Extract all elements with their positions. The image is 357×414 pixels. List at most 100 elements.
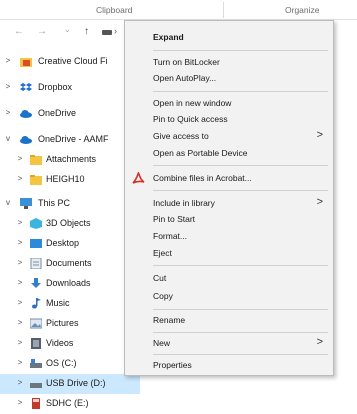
onedrive-icon bbox=[20, 108, 32, 119]
menu-item-properties[interactable]: Properties bbox=[125, 357, 333, 374]
usb-drive-icon bbox=[30, 378, 42, 389]
menu-separator bbox=[153, 354, 328, 355]
onedrive-icon bbox=[20, 134, 32, 145]
expand-chevron-icon[interactable]: > bbox=[16, 278, 24, 287]
expand-chevron-icon[interactable]: > bbox=[16, 298, 24, 307]
tree-item-this-pc[interactable]: v This PC bbox=[0, 194, 140, 214]
tree-item-onedrive[interactable]: > OneDrive bbox=[0, 104, 140, 124]
3d-objects-icon bbox=[30, 218, 42, 229]
menu-item-combine-acrobat[interactable]: Combine files in Acrobat... bbox=[125, 170, 333, 187]
tree-item-videos[interactable]: > Videos bbox=[0, 334, 140, 354]
expand-chevron-icon[interactable]: > bbox=[16, 174, 24, 183]
menu-item-eject[interactable]: Eject bbox=[125, 245, 333, 262]
expand-chevron-icon[interactable]: > bbox=[16, 154, 24, 163]
videos-icon bbox=[30, 338, 42, 349]
tree-item-usb-drive[interactable]: > USB Drive (D:) bbox=[0, 374, 140, 394]
menu-item-give-access[interactable]: Give access to > bbox=[125, 128, 333, 145]
tree-item-label: Music bbox=[46, 298, 70, 308]
tree-item-label: 3D Objects bbox=[46, 218, 91, 228]
tree-item-label: OS (C:) bbox=[46, 358, 77, 368]
music-icon bbox=[30, 298, 42, 309]
expand-chevron-icon[interactable]: > bbox=[4, 82, 12, 91]
submenu-arrow-icon: > bbox=[316, 336, 323, 348]
menu-item-open-new-window[interactable]: Open in new window bbox=[125, 95, 333, 112]
collapse-chevron-icon[interactable]: v bbox=[4, 134, 12, 143]
menu-item-include-library[interactable]: Include in library > bbox=[125, 195, 333, 212]
drive-icon bbox=[30, 358, 42, 369]
forward-arrow-icon[interactable]: → bbox=[37, 26, 47, 37]
tree-item-onedrive-aamf[interactable]: v OneDrive - AAMF bbox=[0, 130, 140, 150]
tree-item-attachments[interactable]: > Attachments bbox=[0, 150, 140, 170]
menu-item-autoplay[interactable]: Open AutoPlay... bbox=[125, 70, 333, 87]
folder-icon bbox=[30, 174, 42, 185]
tree-item-label: USB Drive (D:) bbox=[46, 378, 106, 388]
tree-item-3d-objects[interactable]: > 3D Objects bbox=[0, 214, 140, 234]
drive-address-icon bbox=[102, 30, 112, 35]
expand-chevron-icon[interactable]: > bbox=[16, 338, 24, 347]
expand-chevron-icon[interactable]: > bbox=[16, 398, 24, 407]
menu-separator bbox=[153, 309, 328, 310]
menu-item-format[interactable]: Format... bbox=[125, 228, 333, 245]
menu-item-label: Combine files in Acrobat... bbox=[153, 173, 252, 183]
menu-item-label: Open as Portable Device bbox=[153, 148, 248, 158]
tree-item-label: OneDrive - AAMF bbox=[38, 134, 109, 144]
menu-item-label: Copy bbox=[153, 291, 173, 301]
tree-item-label: SDHC (E:) bbox=[46, 398, 89, 408]
up-arrow-icon[interactable]: ↑ bbox=[84, 26, 89, 37]
menu-item-label: Include in library bbox=[153, 198, 215, 208]
expand-chevron-icon[interactable]: > bbox=[4, 56, 12, 65]
submenu-arrow-icon: > bbox=[316, 196, 323, 208]
tree-item-dropbox[interactable]: > Dropbox bbox=[0, 78, 140, 98]
tree-item-os-drive[interactable]: > OS (C:) bbox=[0, 354, 140, 374]
menu-item-label: Pin to Quick access bbox=[153, 114, 228, 124]
menu-item-portable-device[interactable]: Open as Portable Device bbox=[125, 145, 333, 162]
menu-item-expand[interactable]: Expand bbox=[125, 29, 333, 46]
tree-item-sdhc[interactable]: > SDHC (E:) bbox=[0, 394, 140, 414]
sdhc-icon bbox=[30, 398, 42, 409]
expand-chevron-icon[interactable]: > bbox=[16, 238, 24, 247]
tree-item-creative-cloud[interactable]: > Creative Cloud Fi bbox=[0, 52, 140, 72]
back-arrow-icon[interactable]: ← bbox=[14, 26, 24, 37]
tree-item-desktop[interactable]: > Desktop bbox=[0, 234, 140, 254]
tree-item-downloads[interactable]: > Downloads bbox=[0, 274, 140, 294]
expand-chevron-icon[interactable]: > bbox=[16, 318, 24, 327]
context-menu: Expand Turn on BitLocker Open AutoPlay..… bbox=[124, 20, 334, 376]
menu-separator bbox=[153, 190, 328, 191]
menu-item-cut[interactable]: Cut bbox=[125, 270, 333, 287]
menu-item-label: New bbox=[153, 338, 171, 348]
menu-item-label: Open in new window bbox=[153, 98, 232, 108]
menu-item-new[interactable]: New > bbox=[125, 335, 333, 352]
menu-item-label: Eject bbox=[153, 248, 172, 258]
address-separator-icon[interactable]: › bbox=[114, 26, 117, 36]
menu-separator bbox=[153, 332, 328, 333]
tree-item-music[interactable]: > Music bbox=[0, 294, 140, 314]
menu-item-label: Pin to Start bbox=[153, 214, 196, 224]
downloads-icon bbox=[30, 278, 42, 289]
menu-item-pin-start[interactable]: Pin to Start bbox=[125, 211, 333, 228]
tree-item-label: Documents bbox=[46, 258, 92, 268]
tree-item-pictures[interactable]: > Pictures bbox=[0, 314, 140, 334]
menu-item-pin-quick-access[interactable]: Pin to Quick access bbox=[125, 111, 333, 128]
recent-locations-chevron-icon[interactable]: ⌄ bbox=[64, 25, 71, 34]
ribbon-group-organize: Organize bbox=[285, 5, 320, 15]
ribbon: Clipboard Organize bbox=[0, 0, 357, 20]
tree-item-heigh10[interactable]: > HEIGH10 bbox=[0, 170, 140, 190]
tree-item-documents[interactable]: > Documents bbox=[0, 254, 140, 274]
this-pc-icon bbox=[20, 198, 32, 209]
expand-chevron-icon[interactable]: > bbox=[16, 358, 24, 367]
tree-item-label: OneDrive bbox=[38, 108, 77, 118]
expand-chevron-icon[interactable]: > bbox=[16, 378, 24, 387]
folder-icon bbox=[30, 154, 42, 165]
tree-item-label: HEIGH10 bbox=[46, 174, 85, 184]
menu-item-label: Format... bbox=[153, 231, 188, 241]
menu-separator bbox=[153, 265, 328, 266]
menu-item-rename[interactable]: Rename bbox=[125, 312, 333, 329]
tree-item-label: Attachments bbox=[46, 154, 97, 164]
expand-chevron-icon[interactable]: > bbox=[16, 218, 24, 227]
expand-chevron-icon[interactable]: > bbox=[4, 108, 12, 117]
menu-item-bitlocker[interactable]: Turn on BitLocker bbox=[125, 54, 333, 71]
dropbox-icon bbox=[20, 82, 32, 93]
expand-chevron-icon[interactable]: > bbox=[16, 258, 24, 267]
collapse-chevron-icon[interactable]: v bbox=[4, 198, 12, 207]
menu-item-copy[interactable]: Copy bbox=[125, 288, 333, 305]
